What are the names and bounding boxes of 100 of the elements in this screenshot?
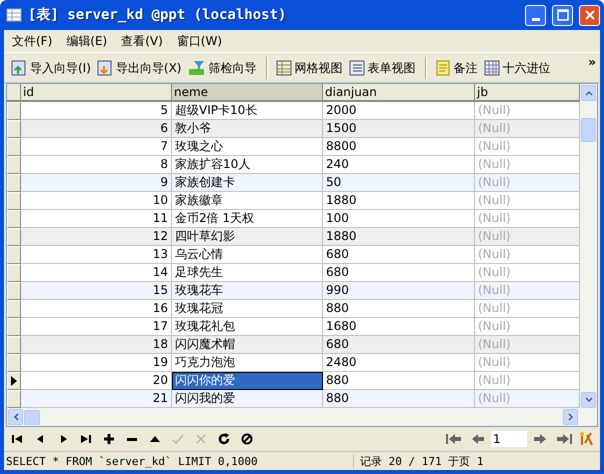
vertical-scrollbar[interactable] (580, 84, 597, 408)
table-cell: (Null) (475, 174, 580, 192)
table-cell: 四叶草幻影 (172, 228, 323, 246)
table-cell: 玫瑰之心 (172, 138, 323, 156)
row-selector[interactable] (7, 372, 21, 390)
table-cell: (Null) (475, 264, 580, 282)
table-icon (6, 8, 22, 22)
table-cell: 闪闪魔术帽 (172, 336, 323, 354)
minimize-icon (532, 18, 540, 20)
table-cell: 5 (21, 102, 172, 120)
row-pointer-icon (11, 376, 17, 386)
column-header[interactable]: dianjuan (323, 84, 475, 102)
funnel-icon (188, 60, 206, 76)
table-cell: 1880 (323, 192, 475, 210)
table-cell: 1500 (323, 120, 475, 138)
maximize-icon (556, 9, 568, 21)
table-cell: 闪闪我的爱 (172, 390, 323, 408)
table-cell: 50 (323, 174, 475, 192)
scroll-thumb[interactable] (581, 118, 596, 142)
table-cell: 家族扩容10人 (172, 156, 323, 174)
table-cell: 18 (21, 336, 172, 354)
table-cell: (Null) (475, 282, 580, 300)
record-count: 记录 20 / 171 于页 1 (353, 454, 600, 468)
plus-icon (101, 431, 117, 447)
table-cell: (Null) (475, 300, 580, 318)
table-cell: (Null) (475, 120, 580, 138)
toolbar-button[interactable]: 网格视图 (272, 58, 346, 78)
table-cell: 20 (21, 372, 172, 390)
table-cell: 15 (21, 282, 172, 300)
form-icon (348, 60, 364, 76)
sql-query: SELECT * FROM `server_kd` LIMIT 0,1000 (5, 454, 259, 468)
table-cell: 玫瑰花礼包 (172, 318, 323, 336)
menu-item[interactable]: 窗口(W) (174, 32, 224, 50)
minus-icon (127, 438, 137, 440)
close-icon (584, 9, 596, 21)
scroll-thumb[interactable] (24, 410, 40, 424)
table-cell: 16 (21, 300, 172, 318)
table-cell: (Null) (475, 138, 580, 156)
table-cell: 680 (323, 264, 475, 282)
toolbar-button[interactable]: 备注 (432, 58, 480, 78)
close-button[interactable] (579, 4, 600, 26)
table-cell: 家族创建卡 (172, 174, 323, 192)
table-cell: (Null) (475, 336, 580, 354)
table-cell: (Null) (475, 354, 580, 372)
grid-icon (276, 60, 292, 76)
table-cell: 玫瑰花冠 (172, 300, 323, 318)
table-cell: 19 (21, 354, 172, 372)
table-cell: 880 (323, 300, 475, 318)
table-cell: 敦小爷 (172, 120, 323, 138)
maximize-button[interactable] (552, 4, 573, 26)
table-cell: 金币2倍 1天权 (172, 210, 323, 228)
table-cell: 10 (21, 192, 172, 210)
table-cell: 6 (21, 120, 172, 138)
table-icon (484, 60, 500, 76)
table-cell: 7 (21, 138, 172, 156)
table-cell: (Null) (475, 372, 580, 390)
column-header[interactable]: neme (172, 84, 323, 102)
table-cell: 880 (323, 390, 475, 408)
table-cell: 680 (323, 336, 475, 354)
menu-item[interactable]: 编辑(E) (64, 32, 110, 50)
column-header[interactable]: jb (475, 84, 580, 102)
table-cell: (Null) (475, 210, 580, 228)
table-cell: (Null) (475, 102, 580, 120)
stop-icon (239, 431, 255, 447)
toolbar-button[interactable]: 导出向导(X) (94, 58, 184, 78)
right-chevron-icon (568, 413, 574, 421)
menu-item[interactable]: 查看(V) (119, 32, 165, 50)
table-cell: (Null) (475, 192, 580, 210)
table-cell: 240 (323, 156, 475, 174)
import-icon (11, 60, 27, 76)
table-cell: 680 (323, 246, 475, 264)
menu-item[interactable]: 文件(F) (10, 32, 54, 50)
horizontal-scrollbar[interactable] (7, 408, 597, 426)
table-cell: (Null) (475, 156, 580, 174)
minimize-button[interactable] (525, 4, 546, 26)
up-chevron-icon (584, 90, 592, 96)
table-cell: 14 (21, 264, 172, 282)
table-cell: 21 (21, 390, 172, 408)
refresh-icon (216, 431, 232, 447)
table-cell: 8 (21, 156, 172, 174)
table-cell: 990 (323, 282, 475, 300)
table-cell: 超级VIP卡10长 (172, 102, 323, 120)
note-icon (434, 60, 450, 76)
table-cell: 11 (21, 210, 172, 228)
table-cell: 100 (323, 210, 475, 228)
toolbar-overflow[interactable]: » (588, 55, 596, 69)
toolbar-button[interactable]: 导入向导(I) (8, 58, 94, 78)
page-field[interactable]: 1 (491, 431, 527, 447)
table-cell: 玫瑰花车 (172, 282, 323, 300)
toolbar-button[interactable]: 表单视图 (346, 58, 418, 78)
table-cell: 1680 (323, 318, 475, 336)
toolbar-button[interactable]: 十六进位 (480, 58, 554, 78)
table-cell: 17 (21, 318, 172, 336)
header-corner (7, 84, 21, 102)
toolbar-button[interactable]: 筛检向导 (184, 58, 260, 78)
column-header[interactable]: id (21, 84, 172, 102)
table-cell: 13 (21, 246, 172, 264)
window-title: [表] server_kd @ppt (localhost) (28, 6, 288, 24)
table-cell: (Null) (475, 390, 580, 408)
table-cell: 2480 (323, 354, 475, 372)
